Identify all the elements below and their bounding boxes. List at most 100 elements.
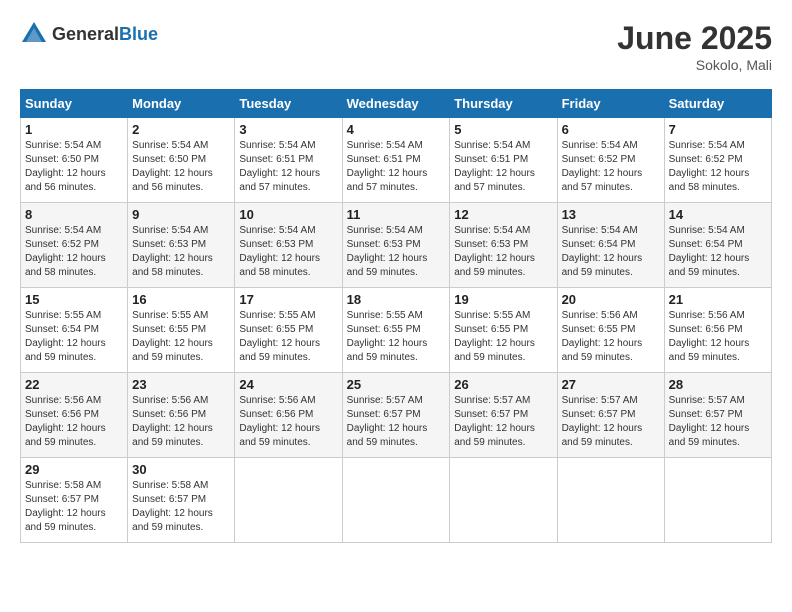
day-detail: Sunrise: 5:54 AMSunset: 6:53 PMDaylight:… — [454, 225, 535, 278]
day-detail: Sunrise: 5:54 AMSunset: 6:52 PMDaylight:… — [25, 225, 106, 278]
day-detail: Sunrise: 5:57 AMSunset: 6:57 PMDaylight:… — [669, 395, 750, 448]
day-number: 23 — [132, 377, 230, 392]
logo: GeneralBlue — [20, 20, 158, 48]
header-sunday: Sunday — [21, 90, 128, 118]
calendar-cell-25: 25 Sunrise: 5:57 AMSunset: 6:57 PMDaylig… — [342, 373, 450, 458]
day-number: 2 — [132, 122, 230, 137]
day-detail: Sunrise: 5:54 AMSunset: 6:51 PMDaylight:… — [239, 140, 320, 193]
header-friday: Friday — [557, 90, 664, 118]
day-detail: Sunrise: 5:54 AMSunset: 6:53 PMDaylight:… — [347, 225, 428, 278]
day-number: 25 — [347, 377, 446, 392]
day-number: 1 — [25, 122, 123, 137]
calendar-cell-17: 17 Sunrise: 5:55 AMSunset: 6:55 PMDaylig… — [235, 288, 342, 373]
header-wednesday: Wednesday — [342, 90, 450, 118]
empty-cell — [235, 458, 342, 543]
day-number: 19 — [454, 292, 552, 307]
empty-cell — [342, 458, 450, 543]
day-detail: Sunrise: 5:54 AMSunset: 6:54 PMDaylight:… — [562, 225, 643, 278]
day-detail: Sunrise: 5:54 AMSunset: 6:50 PMDaylight:… — [25, 140, 106, 193]
day-detail: Sunrise: 5:54 AMSunset: 6:51 PMDaylight:… — [454, 140, 535, 193]
header-saturday: Saturday — [664, 90, 771, 118]
day-detail: Sunrise: 5:55 AMSunset: 6:55 PMDaylight:… — [132, 310, 213, 363]
calendar-week-row: 15 Sunrise: 5:55 AMSunset: 6:54 PMDaylig… — [21, 288, 772, 373]
day-number: 13 — [562, 207, 660, 222]
calendar-cell-28: 28 Sunrise: 5:57 AMSunset: 6:57 PMDaylig… — [664, 373, 771, 458]
logo-blue: Blue — [119, 24, 158, 44]
day-detail: Sunrise: 5:58 AMSunset: 6:57 PMDaylight:… — [25, 480, 106, 533]
day-number: 26 — [454, 377, 552, 392]
calendar-cell-4: 4 Sunrise: 5:54 AMSunset: 6:51 PMDayligh… — [342, 118, 450, 203]
day-detail: Sunrise: 5:57 AMSunset: 6:57 PMDaylight:… — [562, 395, 643, 448]
day-number: 9 — [132, 207, 230, 222]
calendar-cell-19: 19 Sunrise: 5:55 AMSunset: 6:55 PMDaylig… — [450, 288, 557, 373]
day-number: 6 — [562, 122, 660, 137]
day-detail: Sunrise: 5:54 AMSunset: 6:53 PMDaylight:… — [239, 225, 320, 278]
calendar-cell-10: 10 Sunrise: 5:54 AMSunset: 6:53 PMDaylig… — [235, 203, 342, 288]
day-detail: Sunrise: 5:56 AMSunset: 6:56 PMDaylight:… — [25, 395, 106, 448]
calendar-cell-12: 12 Sunrise: 5:54 AMSunset: 6:53 PMDaylig… — [450, 203, 557, 288]
day-number: 20 — [562, 292, 660, 307]
day-number: 27 — [562, 377, 660, 392]
day-detail: Sunrise: 5:57 AMSunset: 6:57 PMDaylight:… — [347, 395, 428, 448]
location: Sokolo, Mali — [617, 57, 772, 73]
calendar-cell-5: 5 Sunrise: 5:54 AMSunset: 6:51 PMDayligh… — [450, 118, 557, 203]
day-number: 28 — [669, 377, 767, 392]
calendar-cell-21: 21 Sunrise: 5:56 AMSunset: 6:56 PMDaylig… — [664, 288, 771, 373]
calendar-cell-15: 15 Sunrise: 5:55 AMSunset: 6:54 PMDaylig… — [21, 288, 128, 373]
day-number: 24 — [239, 377, 337, 392]
calendar-cell-2: 2 Sunrise: 5:54 AMSunset: 6:50 PMDayligh… — [128, 118, 235, 203]
day-number: 4 — [347, 122, 446, 137]
day-number: 17 — [239, 292, 337, 307]
calendar-cell-29: 29 Sunrise: 5:58 AMSunset: 6:57 PMDaylig… — [21, 458, 128, 543]
day-number: 11 — [347, 207, 446, 222]
day-detail: Sunrise: 5:55 AMSunset: 6:54 PMDaylight:… — [25, 310, 106, 363]
header-tuesday: Tuesday — [235, 90, 342, 118]
day-detail: Sunrise: 5:55 AMSunset: 6:55 PMDaylight:… — [347, 310, 428, 363]
calendar-week-row: 8 Sunrise: 5:54 AMSunset: 6:52 PMDayligh… — [21, 203, 772, 288]
day-number: 14 — [669, 207, 767, 222]
empty-cell — [557, 458, 664, 543]
calendar-cell-16: 16 Sunrise: 5:55 AMSunset: 6:55 PMDaylig… — [128, 288, 235, 373]
day-number: 29 — [25, 462, 123, 477]
day-detail: Sunrise: 5:56 AMSunset: 6:56 PMDaylight:… — [132, 395, 213, 448]
day-detail: Sunrise: 5:54 AMSunset: 6:54 PMDaylight:… — [669, 225, 750, 278]
empty-cell — [664, 458, 771, 543]
day-number: 18 — [347, 292, 446, 307]
day-detail: Sunrise: 5:55 AMSunset: 6:55 PMDaylight:… — [239, 310, 320, 363]
day-detail: Sunrise: 5:58 AMSunset: 6:57 PMDaylight:… — [132, 480, 213, 533]
day-detail: Sunrise: 5:54 AMSunset: 6:53 PMDaylight:… — [132, 225, 213, 278]
calendar-cell-9: 9 Sunrise: 5:54 AMSunset: 6:53 PMDayligh… — [128, 203, 235, 288]
calendar-cell-7: 7 Sunrise: 5:54 AMSunset: 6:52 PMDayligh… — [664, 118, 771, 203]
title-area: June 2025 Sokolo, Mali — [617, 20, 772, 73]
logo-general: General — [52, 24, 119, 44]
day-number: 3 — [239, 122, 337, 137]
empty-cell — [450, 458, 557, 543]
day-detail: Sunrise: 5:57 AMSunset: 6:57 PMDaylight:… — [454, 395, 535, 448]
calendar-week-row: 22 Sunrise: 5:56 AMSunset: 6:56 PMDaylig… — [21, 373, 772, 458]
calendar-cell-6: 6 Sunrise: 5:54 AMSunset: 6:52 PMDayligh… — [557, 118, 664, 203]
header-monday: Monday — [128, 90, 235, 118]
calendar-cell-1: 1 Sunrise: 5:54 AMSunset: 6:50 PMDayligh… — [21, 118, 128, 203]
day-detail: Sunrise: 5:55 AMSunset: 6:55 PMDaylight:… — [454, 310, 535, 363]
day-detail: Sunrise: 5:56 AMSunset: 6:56 PMDaylight:… — [669, 310, 750, 363]
day-detail: Sunrise: 5:56 AMSunset: 6:55 PMDaylight:… — [562, 310, 643, 363]
day-number: 21 — [669, 292, 767, 307]
day-number: 12 — [454, 207, 552, 222]
calendar-cell-20: 20 Sunrise: 5:56 AMSunset: 6:55 PMDaylig… — [557, 288, 664, 373]
calendar-cell-11: 11 Sunrise: 5:54 AMSunset: 6:53 PMDaylig… — [342, 203, 450, 288]
calendar-cell-18: 18 Sunrise: 5:55 AMSunset: 6:55 PMDaylig… — [342, 288, 450, 373]
calendar-cell-26: 26 Sunrise: 5:57 AMSunset: 6:57 PMDaylig… — [450, 373, 557, 458]
weekday-header-row: Sunday Monday Tuesday Wednesday Thursday… — [21, 90, 772, 118]
calendar-week-row: 1 Sunrise: 5:54 AMSunset: 6:50 PMDayligh… — [21, 118, 772, 203]
day-detail: Sunrise: 5:56 AMSunset: 6:56 PMDaylight:… — [239, 395, 320, 448]
day-detail: Sunrise: 5:54 AMSunset: 6:52 PMDaylight:… — [669, 140, 750, 193]
day-detail: Sunrise: 5:54 AMSunset: 6:50 PMDaylight:… — [132, 140, 213, 193]
day-detail: Sunrise: 5:54 AMSunset: 6:52 PMDaylight:… — [562, 140, 643, 193]
day-number: 30 — [132, 462, 230, 477]
day-number: 8 — [25, 207, 123, 222]
month-title: June 2025 — [617, 20, 772, 57]
page-header: GeneralBlue June 2025 Sokolo, Mali — [20, 20, 772, 73]
day-number: 16 — [132, 292, 230, 307]
calendar-cell-23: 23 Sunrise: 5:56 AMSunset: 6:56 PMDaylig… — [128, 373, 235, 458]
calendar-cell-30: 30 Sunrise: 5:58 AMSunset: 6:57 PMDaylig… — [128, 458, 235, 543]
